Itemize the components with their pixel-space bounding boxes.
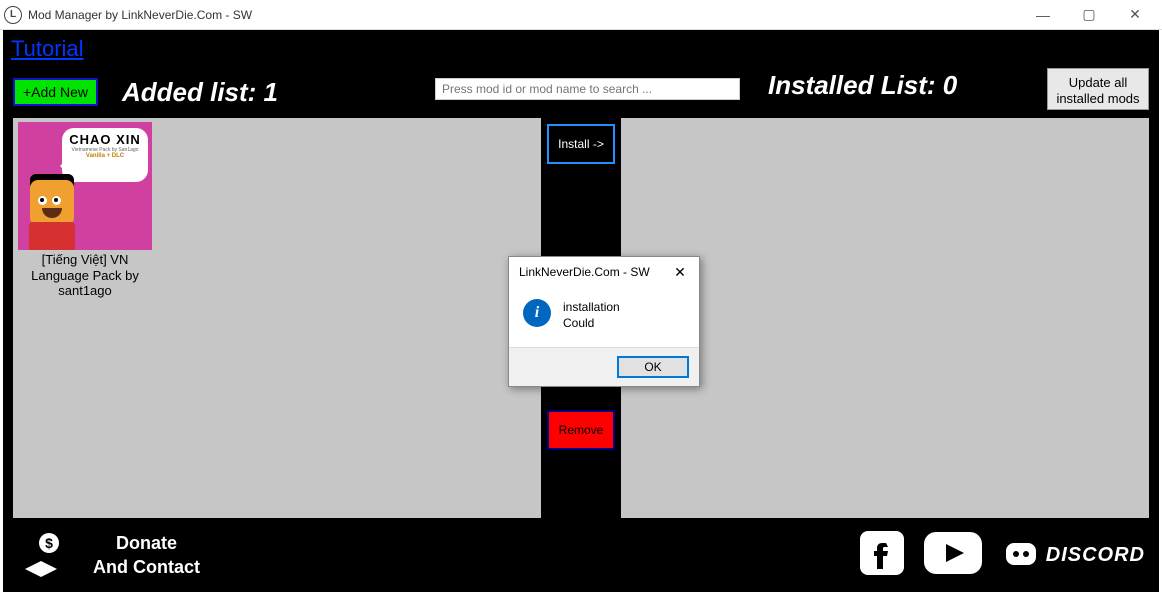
message-dialog: LinkNeverDie.Com - SW ✕ i installation C…	[508, 256, 700, 387]
added-list-label: Added list: 1	[122, 77, 278, 108]
mod-thumbnail: CHAO XIN Vietnamese Pack by San1ago Vani…	[18, 122, 152, 250]
donate-icon[interactable]: $	[19, 529, 75, 582]
mod-bubble-tag: Vanilla + DLC	[62, 153, 148, 159]
facebook-icon[interactable]	[860, 531, 904, 580]
add-new-button[interactable]: +Add New	[13, 78, 98, 106]
dialog-titlebar: LinkNeverDie.Com - SW ✕	[509, 257, 699, 287]
top-toolbar: +Add New Added list: 1 Installed List: 0…	[3, 72, 1159, 112]
app-icon: L	[4, 6, 22, 24]
svg-text:$: $	[45, 535, 53, 551]
dialog-body: i installation Could	[509, 287, 699, 347]
mod-caption: [Tiếng Việt] VN Language Pack by sant1ag…	[17, 252, 153, 299]
tutorial-link[interactable]: Tutorial	[11, 36, 84, 62]
youtube-icon[interactable]	[924, 532, 982, 579]
donate-line1: Donate	[93, 531, 200, 555]
installed-mods-panel[interactable]	[621, 118, 1149, 518]
installed-list-label: Installed List: 0	[768, 70, 957, 101]
window-maximize[interactable]: ▢	[1066, 0, 1112, 30]
donate-contact-label[interactable]: Donate And Contact	[93, 531, 200, 580]
window-titlebar: L Mod Manager by LinkNeverDie.Com - SW —…	[0, 0, 1162, 30]
mod-bubble-title: CHAO XIN	[62, 128, 148, 147]
update-all-button[interactable]: Update all installed mods	[1047, 68, 1149, 110]
dialog-ok-button[interactable]: OK	[617, 356, 689, 378]
donate-line2: And Contact	[93, 555, 200, 579]
install-button[interactable]: Install ->	[547, 124, 615, 164]
dialog-footer: OK	[509, 347, 699, 386]
dialog-close-button[interactable]: ✕	[667, 260, 693, 284]
mod-list-item[interactable]: CHAO XIN Vietnamese Pack by San1ago Vani…	[17, 122, 153, 299]
info-icon: i	[523, 299, 551, 327]
footer: $ Donate And Contact	[3, 518, 1159, 592]
dialog-message: installation Could	[563, 299, 620, 331]
search-input[interactable]	[435, 78, 740, 100]
window-close[interactable]: ✕	[1112, 0, 1158, 30]
discord-label: DISCORD	[1046, 544, 1145, 567]
discord-icon[interactable]: DISCORD	[1002, 539, 1145, 571]
window-minimize[interactable]: —	[1020, 0, 1066, 30]
window-title: Mod Manager by LinkNeverDie.Com - SW	[28, 8, 1020, 22]
remove-button[interactable]: Remove	[547, 410, 615, 450]
added-mods-panel[interactable]: CHAO XIN Vietnamese Pack by San1ago Vani…	[13, 118, 541, 518]
dialog-title: LinkNeverDie.Com - SW	[519, 265, 667, 279]
